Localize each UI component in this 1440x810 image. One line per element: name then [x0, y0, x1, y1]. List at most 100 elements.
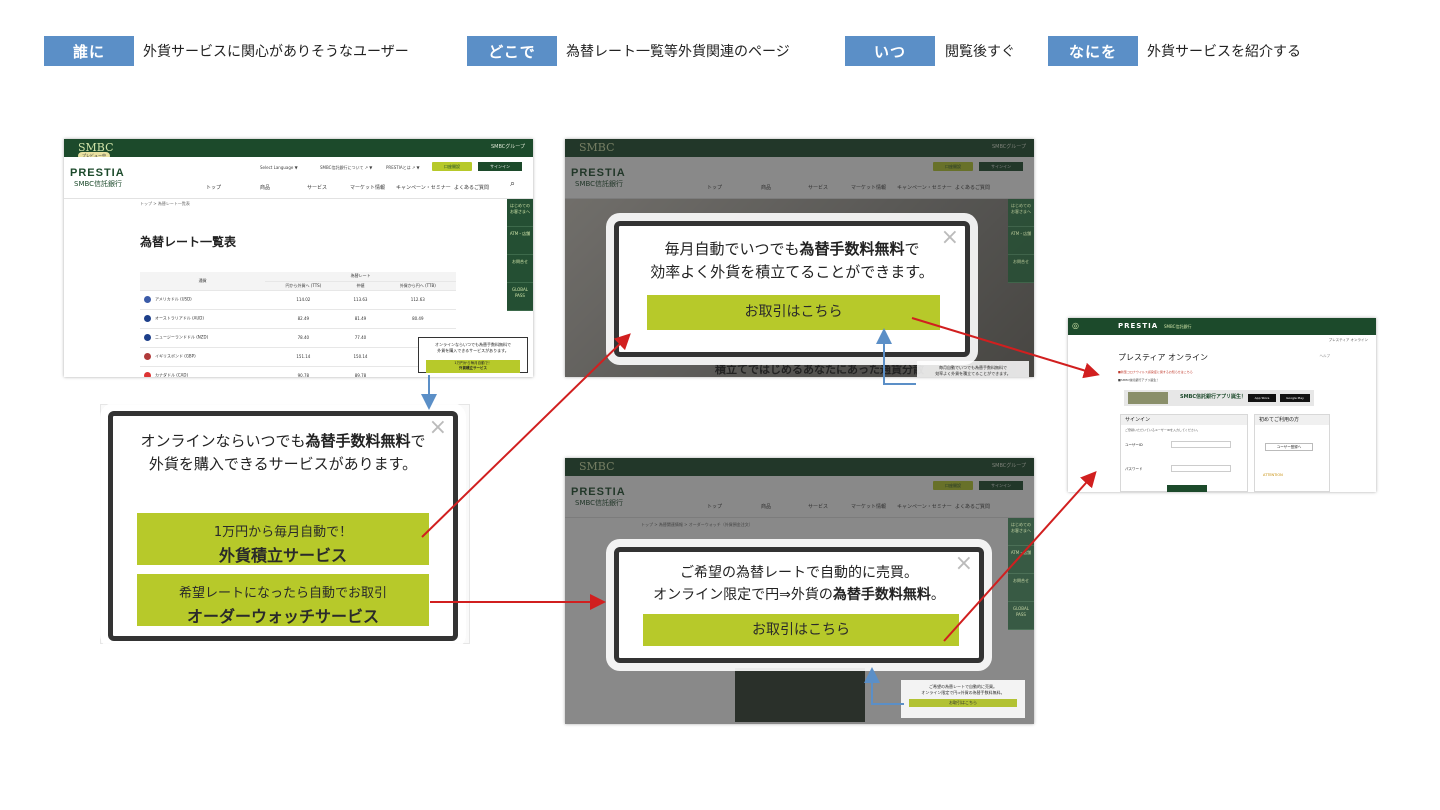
mini-popup-line2: 外貨を購入できるサービスがあります。: [437, 348, 509, 353]
mini-btn1-main: 外貨積立サービス: [459, 366, 487, 370]
currency-name: オーストラリアドル (AUD): [155, 315, 204, 321]
flag-icon: [144, 296, 151, 303]
page-title: 為替レート一覧表: [140, 235, 237, 249]
side-global-pass[interactable]: GLOBAL PASS: [1008, 602, 1034, 630]
prestia-about-link[interactable]: PRESTIAとは ↗ ▼: [386, 165, 420, 171]
prestia-logo[interactable]: PRESTIA: [70, 167, 125, 179]
close-icon[interactable]: ×: [955, 552, 973, 576]
side-quick-menu: はじめての お客さまへ ATM・店舗 お問合せ GLOBAL PASS: [1008, 518, 1034, 630]
rate-cell-tts: 90.78: [265, 366, 342, 377]
app-banner[interactable]: SMBC信託銀行アプリ誕生！ App Store Google Play: [1124, 390, 1314, 406]
tsumitate-line1-pre: 毎月自動でいつでも: [664, 240, 800, 258]
search-icon[interactable]: ⌕: [510, 179, 515, 189]
mini-button[interactable]: お取引はこちら: [909, 699, 1017, 707]
prestia-logo-sub: SMBC信託銀行: [74, 180, 123, 188]
signin-note: ご登録いただいているユーザーIDを入力してください。: [1125, 428, 1200, 432]
signin-panel: サインイン ご登録いただいているユーザーIDを入力してください。 ユーザーID …: [1120, 414, 1248, 492]
app-store-badge[interactable]: App Store: [1248, 394, 1276, 402]
flag-icon: [144, 353, 151, 360]
slide-canvas: 誰に 外貨サービスに関心がありそうなユーザー どこで 為替レート一覧等外貨関連の…: [0, 0, 1440, 810]
order-trade-button[interactable]: お取引はこちら: [643, 614, 959, 646]
popup-tsumitate: × 毎月自動でいつでも為替手数料無料で 効率よく外貨を積立てることができます。 …: [614, 221, 970, 357]
signin-submit-button[interactable]: [1167, 485, 1207, 492]
tsumitate-btn-top: 1万円から毎月自動で！: [213, 525, 353, 540]
table-header-rate: 為替レート: [265, 272, 456, 282]
nav-top[interactable]: トップ: [206, 184, 221, 191]
tsumitate-btn-main: 外貨積立サービス: [218, 546, 347, 565]
side-atm[interactable]: ATM・店舗: [507, 227, 533, 255]
rate-cell-mid: 77.40: [341, 328, 380, 348]
google-play-badge[interactable]: Google Play: [1280, 394, 1310, 402]
currency-name: ニュージーランドドル (NZD): [155, 334, 209, 340]
order-line2-pre: オンライン限定で円⇒外貨の: [653, 587, 833, 603]
about-link[interactable]: SMBC信託銀行について ↗ ▼: [320, 165, 372, 171]
side-global-pass[interactable]: GLOBAL PASS: [507, 283, 533, 311]
table-header-mid: 仲値: [341, 281, 380, 291]
currency-cell: イギリスポンド (GBP): [140, 347, 266, 367]
side-contact[interactable]: お問合せ: [507, 255, 533, 283]
online-logo-sub: SMBC信託銀行: [1164, 324, 1192, 329]
orderwatch-service-button[interactable]: 希望レートになったら自動でお取引 オーダーウォッチサービス: [137, 574, 429, 626]
password-input[interactable]: [1171, 465, 1231, 472]
signin-button[interactable]: サインイン: [478, 162, 522, 171]
side-quick-menu: はじめての お客さまへ ATM・店舗 お問合せ GLOBAL PASS: [507, 199, 533, 311]
nav-faq[interactable]: よくあるご質問: [454, 184, 489, 191]
user-id-label: ユーザーID: [1125, 443, 1143, 447]
popup-line1-post: で: [410, 432, 426, 450]
orderwatch-btn-top: 希望レートになったら自動でお取引: [178, 586, 387, 601]
site-header-bar: SMBC SMBCグループ: [64, 139, 533, 157]
online-title: プレスティア オンライン: [1118, 353, 1209, 362]
table-row: アメリカドル (USD) 114.02 113.63 112.63: [140, 290, 456, 310]
popup-order-message: ご希望の為替レートで自動的に売買。 オンライン限定で円⇒外貨の為替手数料無料。: [619, 562, 979, 606]
nav-services[interactable]: サービス: [307, 184, 327, 191]
side-contact[interactable]: お問合せ: [1008, 574, 1034, 602]
user-register-button[interactable]: ユーザー登録へ: [1265, 443, 1313, 451]
online-notice2: ■SMBC信託銀行アプリ誕生！: [1118, 378, 1160, 382]
popup-line1-pre: オンラインならいつでも: [140, 432, 306, 450]
orderwatch-btn-main: オーダーウォッチサービス: [186, 607, 379, 626]
flag-icon: [144, 315, 151, 322]
close-icon[interactable]: ×: [941, 226, 959, 250]
side-first-time[interactable]: はじめての お客さまへ: [1008, 199, 1034, 227]
online-help-link[interactable]: ヘルプ: [1320, 354, 1331, 359]
nav-market[interactable]: マーケット情報: [350, 184, 385, 191]
table-row: イギリスポンド (GBP) 151.14 150.14: [140, 347, 456, 367]
currency-cell: カナダドル (CAD): [140, 366, 266, 378]
currency-cell: アメリカドル (USD): [140, 290, 266, 310]
side-atm[interactable]: ATM・店舗: [1008, 546, 1034, 574]
user-id-input[interactable]: [1171, 441, 1231, 448]
side-first-time[interactable]: はじめての お客さまへ: [1008, 518, 1034, 546]
tsumitate-trade-button[interactable]: お取引はこちら: [647, 295, 940, 330]
mini-popup-btn1[interactable]: 1万円から毎月自動で！ 外貨積立サービス: [426, 360, 520, 373]
popup-service-intro: × オンラインならいつでも為替手数料無料で 外貨を購入できるサービスがあります。…: [108, 411, 458, 641]
online-notice1[interactable]: ■新型コロナウイルス感染症に関するお知らせはこちら: [1118, 370, 1193, 374]
rate-table: 通貨 為替レート 円から外貨へ (TTS) 仲値 外貨から円へ (TTB) アメ…: [140, 272, 456, 377]
tag-what-text: 外貨サービスを紹介する: [1147, 44, 1301, 60]
online-logo: PRESTIA: [1118, 322, 1159, 330]
nav-products[interactable]: 商品: [260, 184, 270, 191]
breadcrumb[interactable]: トップ > 為替レート一覧表: [140, 201, 190, 207]
attention-label: ATTENTION: [1263, 473, 1283, 477]
tsumitate-line1-post: で: [904, 240, 920, 258]
online-icon: ◎: [1072, 321, 1079, 330]
tsumitate-line1-bold: 為替手数料無料: [799, 240, 905, 258]
popup-tsumitate-message: 毎月自動でいつでも為替手数料無料で 効率よく外貨を積立てることができます。: [619, 238, 965, 284]
currency-name: カナダドル (CAD): [155, 372, 189, 378]
rate-cell-ttb: 112.63: [379, 290, 456, 310]
tsumitate-service-button[interactable]: 1万円から毎月自動で！ 外貨積立サービス: [137, 513, 429, 565]
signin-title: サインイン: [1121, 415, 1247, 425]
select-language[interactable]: Select Language ▼: [260, 165, 298, 170]
order-line1: ご希望の為替レートで自動的に売買。: [680, 565, 918, 581]
rate-cell-tts: 114.02: [265, 290, 342, 310]
group-link[interactable]: SMBCグループ: [491, 143, 525, 150]
nav-campaign[interactable]: キャンペーン・セミナー: [396, 184, 451, 191]
tag-who-text: 外貨サービスに関心がありそうなユーザー: [143, 44, 409, 60]
side-contact[interactable]: お問合せ: [1008, 255, 1034, 283]
side-atm[interactable]: ATM・店舗: [1008, 227, 1034, 255]
rate-cell-mid: 113.63: [341, 290, 380, 310]
open-account-button[interactable]: 口座開設: [432, 162, 472, 171]
table-row: ニュージーランドドル (NZD) 78.40 77.40: [140, 328, 456, 348]
close-icon[interactable]: ×: [429, 416, 447, 440]
online-top-link[interactable]: プレスティア オンライン: [1329, 338, 1368, 343]
side-first-time[interactable]: はじめての お客さまへ: [507, 199, 533, 227]
